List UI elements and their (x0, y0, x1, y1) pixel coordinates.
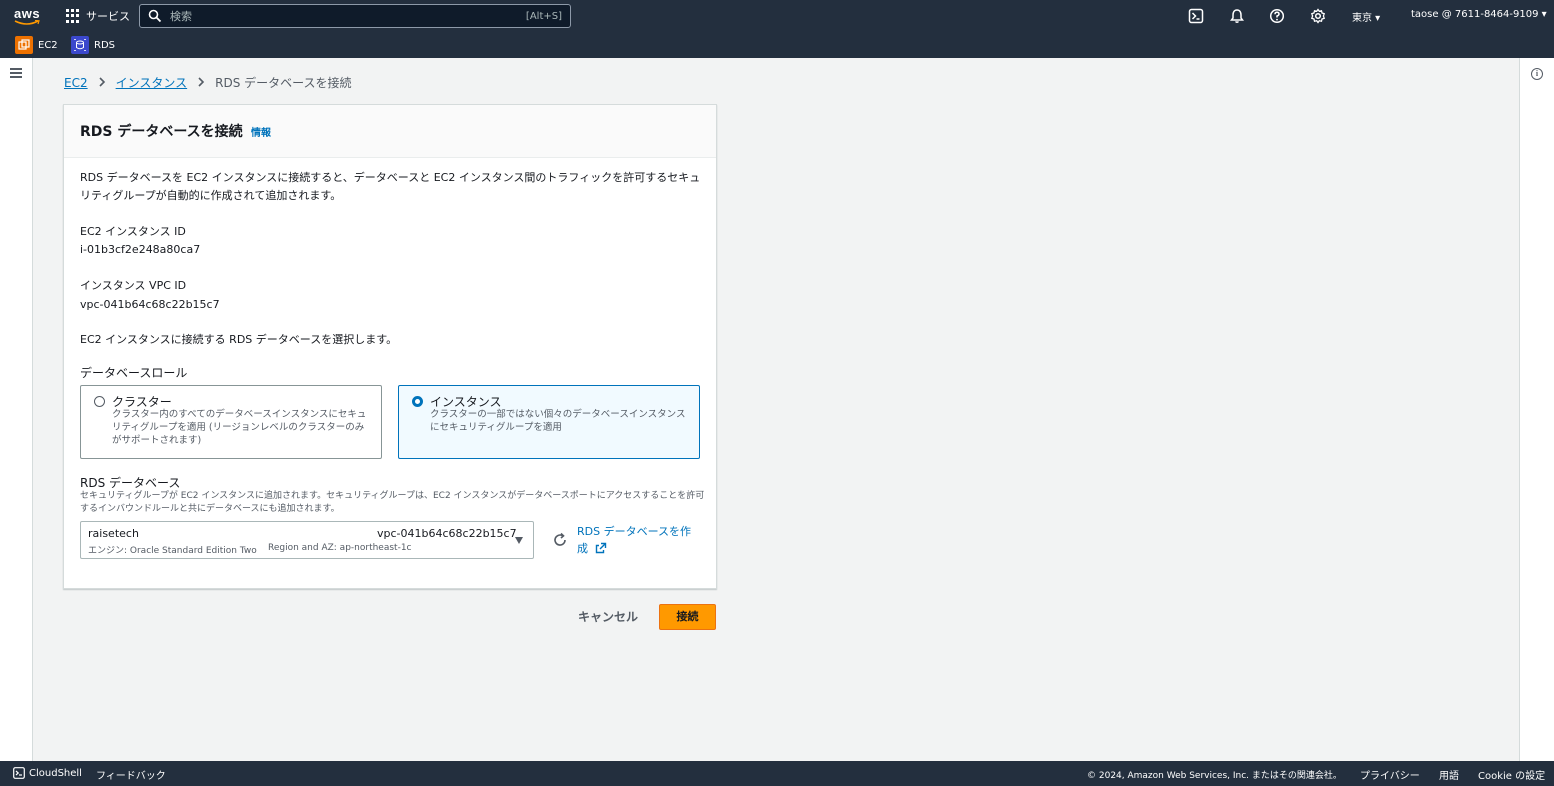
rds-database-select[interactable]: raisetech vpc-041b64c68c22b15c7 エンジン: Or… (80, 521, 534, 559)
db-name: raisetech (88, 527, 139, 540)
aws-smile-icon (14, 20, 40, 25)
rds-database-desc: セキュリティグループが EC2 インスタンスに追加されます。セキュリティグループ… (80, 491, 705, 514)
panel-description: RDS データベースを EC2 インスタンスに接続すると、データベースと EC2… (80, 171, 701, 202)
database-role-label: データベースロール (80, 366, 188, 380)
chevron-right-icon (197, 76, 205, 90)
radio-button-selected[interactable] (412, 396, 423, 407)
search-placeholder: 検索 (170, 10, 192, 23)
role-option-desc: クラスター内のすべてのデータベースインスタンスにセキュリティグループを適用 (リ… (112, 409, 367, 446)
role-option-desc: クラスターの一部ではない個々のデータベースインスタンスにセキュリティグループを適… (430, 409, 686, 433)
caret-down-icon (515, 537, 523, 544)
connect-rds-panel: RDS データベースを接続 情報 RDS データベースを EC2 インスタンスに… (63, 104, 717, 589)
info-link[interactable]: 情報 (251, 124, 271, 139)
favorite-rds-label: RDS (94, 39, 115, 51)
favorite-rds[interactable]: RDS (71, 36, 115, 54)
breadcrumb-current: RDS データベースを接続 (215, 76, 352, 90)
cancel-button[interactable]: キャンセル (571, 604, 645, 630)
cookie-settings-link[interactable]: Cookie の設定 (1478, 767, 1545, 782)
footer: CloudShell フィードバック © 2024, Amazon Web Se… (0, 761, 1554, 786)
instance-id-label: EC2 インスタンス ID (80, 225, 186, 238)
cloudshell-button[interactable]: CloudShell (13, 767, 82, 779)
breadcrumb: EC2 インスタンス RDS データベースを接続 (64, 74, 352, 91)
favorite-ec2[interactable]: EC2 (15, 36, 58, 54)
vpc-id-label: インスタンス VPC ID (80, 279, 187, 292)
account-menu[interactable]: taose @ 7611-8464-9109 ▾ (1411, 9, 1547, 20)
panel-header: RDS データベースを接続 情報 (64, 105, 716, 158)
external-link-icon (595, 542, 606, 554)
search-input[interactable]: 検索 [Alt+S] (139, 4, 571, 28)
search-icon (148, 9, 162, 23)
grid-icon (66, 9, 80, 23)
feedback-link[interactable]: フィードバック (96, 767, 166, 782)
copyright-text: © 2024, Amazon Web Services, Inc. またはその関… (1087, 771, 1342, 781)
left-sidebar (0, 58, 33, 761)
privacy-link[interactable]: プライバシー (1360, 767, 1420, 782)
bell-icon[interactable] (1229, 8, 1245, 24)
right-sidebar: i (1519, 58, 1554, 761)
cloudshell-label: CloudShell (29, 767, 82, 779)
services-menu[interactable]: サービス (66, 7, 130, 25)
connect-button[interactable]: 接続 (659, 604, 716, 630)
services-label: サービス (86, 10, 130, 23)
db-region-az: Region and AZ: ap-northeast-1c (268, 543, 412, 553)
role-option-cluster[interactable]: クラスター クラスター内のすべてのデータベースインスタンスにセキュリティグループ… (80, 385, 382, 459)
db-engine: エンジン: Oracle Standard Edition Two (88, 546, 257, 556)
select-prompt: EC2 インスタンスに接続する RDS データベースを選択します。 (80, 333, 398, 346)
breadcrumb-instances[interactable]: インスタンス (116, 74, 188, 91)
help-icon[interactable] (1269, 8, 1285, 24)
create-rds-link[interactable]: RDS データベースを作成 (577, 523, 702, 557)
menu-icon[interactable] (10, 68, 22, 78)
vpc-id-value: vpc-041b64c68c22b15c7 (80, 298, 220, 311)
rds-icon (71, 36, 89, 54)
cloudshell-icon (13, 767, 25, 779)
radio-button[interactable] (94, 396, 105, 407)
breadcrumb-ec2[interactable]: EC2 (64, 76, 88, 90)
top-navigation: aws サービス 検索 [Alt+S] 東京 ▾ taose @ 7611-84… (0, 0, 1554, 58)
chevron-right-icon (98, 76, 106, 90)
refresh-icon[interactable] (552, 532, 568, 548)
ec2-icon (15, 36, 33, 54)
rds-database-label: RDS データベース (80, 476, 181, 490)
info-panel-icon[interactable]: i (1531, 68, 1543, 80)
aws-logo[interactable]: aws (14, 6, 42, 26)
search-shortcut: [Alt+S] (525, 10, 562, 22)
role-option-instance[interactable]: インスタンス クラスターの一部ではない個々のデータベースインスタンスにセキュリテ… (398, 385, 700, 459)
cloudshell-icon[interactable] (1188, 8, 1204, 24)
favorite-ec2-label: EC2 (38, 39, 58, 51)
settings-icon[interactable] (1310, 8, 1326, 24)
region-selector[interactable]: 東京 ▾ (1352, 9, 1380, 24)
instance-id-value: i-01b3cf2e248a80ca7 (80, 243, 201, 256)
db-vpc: vpc-041b64c68c22b15c7 (377, 527, 517, 540)
page-title: RDS データベースを接続 (80, 124, 243, 140)
terms-link[interactable]: 用語 (1439, 767, 1459, 782)
